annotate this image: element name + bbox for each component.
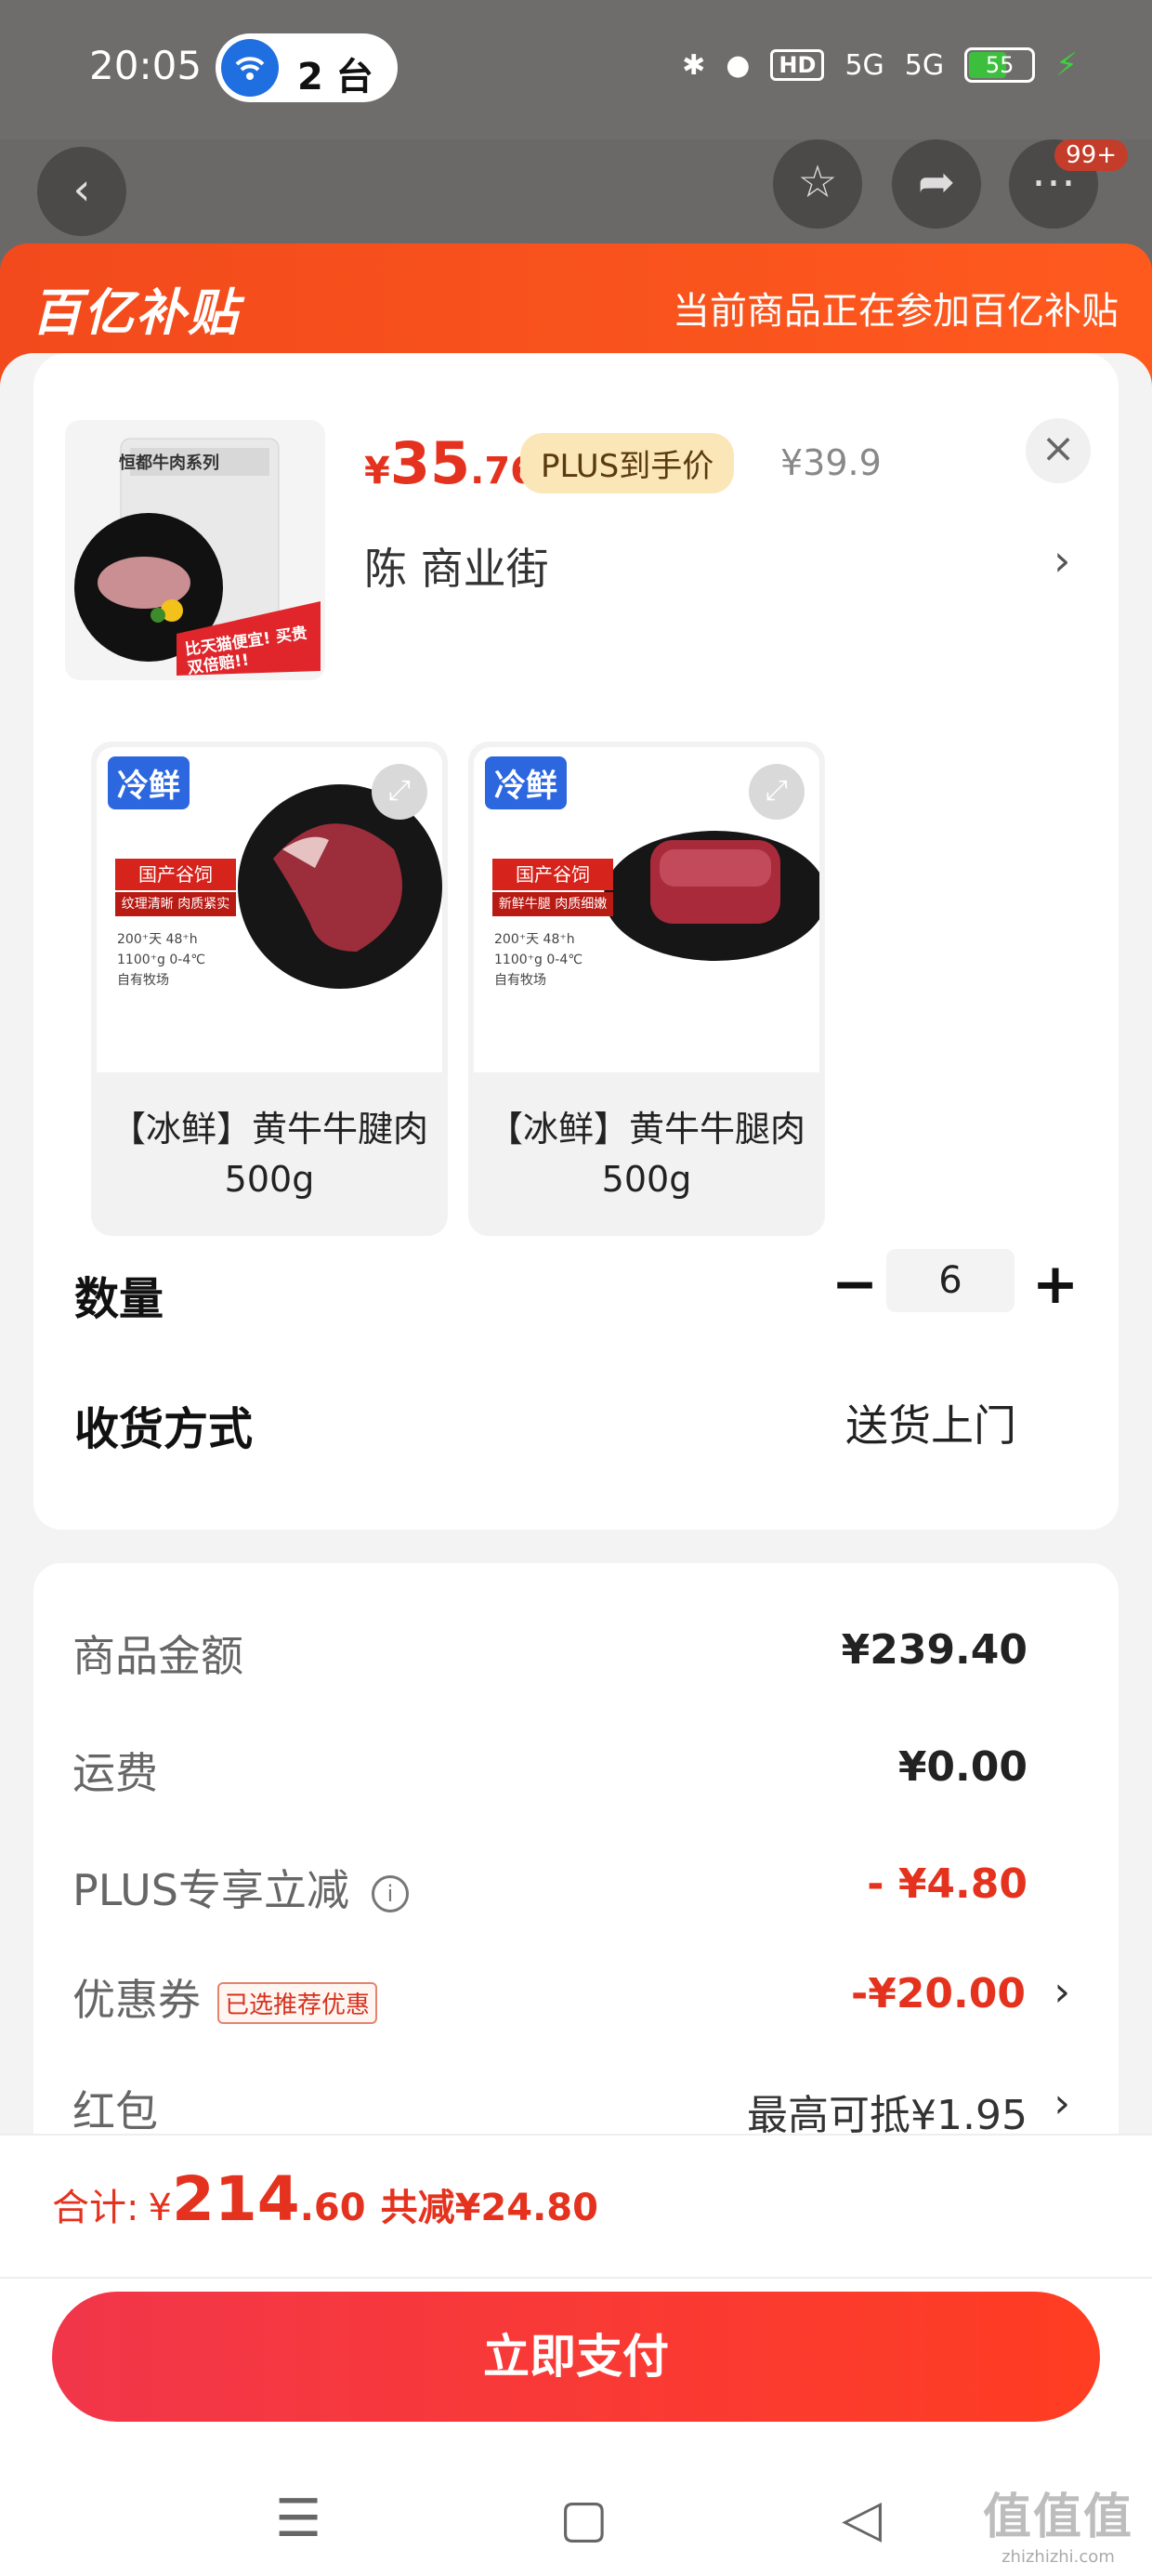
thumbnail-title: 恒都牛肉系列 bbox=[119, 453, 219, 473]
clock: 20:05 bbox=[89, 43, 203, 88]
quantity-input[interactable]: 6 bbox=[886, 1249, 1015, 1312]
fee-row-plus-discount: PLUS专享立减 i - ¥4.80 bbox=[72, 1860, 1028, 1915]
sku-specs: 200⁺天 48⁺h 1100⁺g 0-4℃ 自有牧场 bbox=[117, 932, 205, 988]
subsidy-notice: 当前商品正在参加百亿补贴 bbox=[673, 290, 1119, 333]
fee-row-goods: 商品金额 ¥239.40 bbox=[72, 1626, 1028, 1681]
watermark: 值值值 zhizhizhi.com bbox=[982, 2490, 1133, 2567]
subsidy-logo: 百亿补贴 bbox=[32, 283, 240, 342]
bluetooth-icon: ✱ bbox=[682, 48, 706, 82]
product-summary: 恒都牛肉系列 比天猫便宜! 买贵双倍赔!! ¥ 35 .76 PLUS到手价 ¥… bbox=[33, 353, 1119, 716]
signal-5g-1: 5G bbox=[844, 48, 884, 82]
hd-icon: HD bbox=[770, 49, 825, 81]
cold-fresh-tag: 冷鲜 bbox=[485, 756, 567, 809]
product-thumbnail: 恒都牛肉系列 比天猫便宜! 买贵双倍赔!! bbox=[65, 420, 325, 680]
sku-banner: 国产谷饲 bbox=[115, 859, 236, 890]
charging-icon: ⚡ bbox=[1055, 46, 1078, 84]
battery-level: 55 bbox=[985, 52, 1015, 78]
fee-row-shipping: 运费 ¥0.00 bbox=[72, 1743, 1028, 1798]
divider bbox=[0, 2277, 1152, 2279]
hotspot-pill[interactable]: 2 台 bbox=[216, 33, 398, 102]
plus-price-tag: PLUS到手价 bbox=[520, 433, 735, 493]
chevron-right-icon[interactable]: › bbox=[1054, 2080, 1070, 2127]
delivery-method-label: 收货方式 bbox=[74, 1403, 254, 1455]
original-price: ¥39.9 bbox=[780, 442, 882, 483]
chevron-right-icon[interactable]: › bbox=[1054, 1968, 1070, 2016]
system-nav-bar: ☰ ▢ ◁ bbox=[0, 2489, 1152, 2576]
status-bar: 20:05 2 台 ✱ ● HD 5G 5G 55 ⚡ bbox=[0, 0, 1152, 139]
quantity-label: 数量 bbox=[74, 1273, 164, 1325]
sku-specs: 200⁺天 48⁺h 1100⁺g 0-4℃ 自有牧场 bbox=[494, 932, 583, 988]
page-nav: ‹ ☆ ➦ ⋯ bbox=[0, 139, 1152, 251]
favorite-star-icon[interactable]: ☆ bbox=[773, 139, 862, 229]
notification-badge: 99+ bbox=[1054, 139, 1128, 171]
expand-icon[interactable]: ⤢ bbox=[372, 764, 427, 820]
expand-icon[interactable]: ⤢ bbox=[749, 764, 805, 820]
battery-icon: 55 bbox=[964, 47, 1036, 83]
quantity-decrease-button[interactable]: − bbox=[818, 1249, 892, 1323]
fee-breakdown: 商品金额 ¥239.40 运费 ¥0.00 PLUS专享立减 i - ¥4.80 … bbox=[33, 1563, 1119, 2214]
total-savings: 共减¥24.80 bbox=[380, 2187, 598, 2229]
info-icon[interactable]: i bbox=[371, 1874, 409, 1912]
sku-selector: 国产谷饲 纹理清晰 肉质紧实 200⁺天 48⁺h 1100⁺g 0-4℃ 自有牧场… bbox=[33, 716, 1119, 1530]
sku-banner-sub: 纹理清晰 肉质紧实 bbox=[115, 892, 236, 916]
menu-nav-icon[interactable]: ☰ bbox=[275, 2489, 321, 2549]
chevron-right-icon[interactable]: › bbox=[1054, 535, 1070, 585]
delivery-method-value[interactable]: 送货上门 bbox=[845, 1392, 1016, 1453]
back-nav-icon[interactable]: ◁ bbox=[842, 2489, 882, 2549]
home-nav-icon[interactable]: ▢ bbox=[559, 2489, 609, 2549]
hotspot-count: 2 台 bbox=[297, 56, 373, 99]
fee-row-coupon[interactable]: 优惠券 已选推荐优惠 -¥20.00 › bbox=[72, 1966, 1080, 2041]
sku-banner: 国产谷饲 bbox=[492, 859, 613, 890]
sku-name: 【冰鲜】黄牛牛腱肉500g bbox=[110, 1109, 428, 1200]
share-icon[interactable]: ➦ bbox=[892, 139, 981, 229]
delivery-address[interactable]: 陈 商业街 bbox=[364, 535, 549, 597]
order-total: 合计: ¥ 214 .60 共减¥24.80 bbox=[52, 2163, 598, 2235]
pay-now-button[interactable]: 立即支付 bbox=[52, 2292, 1100, 2422]
quantity-increase-button[interactable]: + bbox=[1018, 1249, 1093, 1323]
checkout-bar: 合计: ¥ 214 .60 共减¥24.80 立即支付 ☰ ▢ ◁ 值值值 zh… bbox=[0, 2134, 1152, 2576]
location-icon: ● bbox=[726, 48, 751, 82]
sku-name: 【冰鲜】黄牛牛腿肉500g bbox=[487, 1109, 805, 1200]
coupon-tag: 已选推荐优惠 bbox=[217, 1982, 378, 2024]
sku-banner-sub: 新鲜牛腿 肉质细嫩 bbox=[492, 892, 613, 916]
close-icon[interactable]: × bbox=[1026, 418, 1091, 483]
sku-option[interactable]: 国产谷饲 新鲜牛腿 肉质细嫩 200⁺天 48⁺h 1100⁺g 0-4℃ 自有牧场… bbox=[468, 742, 825, 1236]
cold-fresh-tag: 冷鲜 bbox=[108, 756, 190, 809]
back-arrow-icon[interactable]: ‹ bbox=[37, 147, 126, 236]
status-icons: ✱ ● HD 5G 5G 55 ⚡ bbox=[682, 46, 1078, 84]
sku-option[interactable]: 国产谷饲 纹理清晰 肉质紧实 200⁺天 48⁺h 1100⁺g 0-4℃ 自有牧场… bbox=[91, 742, 448, 1236]
wifi-hotspot-icon bbox=[221, 39, 279, 97]
signal-5g-2: 5G bbox=[904, 48, 945, 82]
